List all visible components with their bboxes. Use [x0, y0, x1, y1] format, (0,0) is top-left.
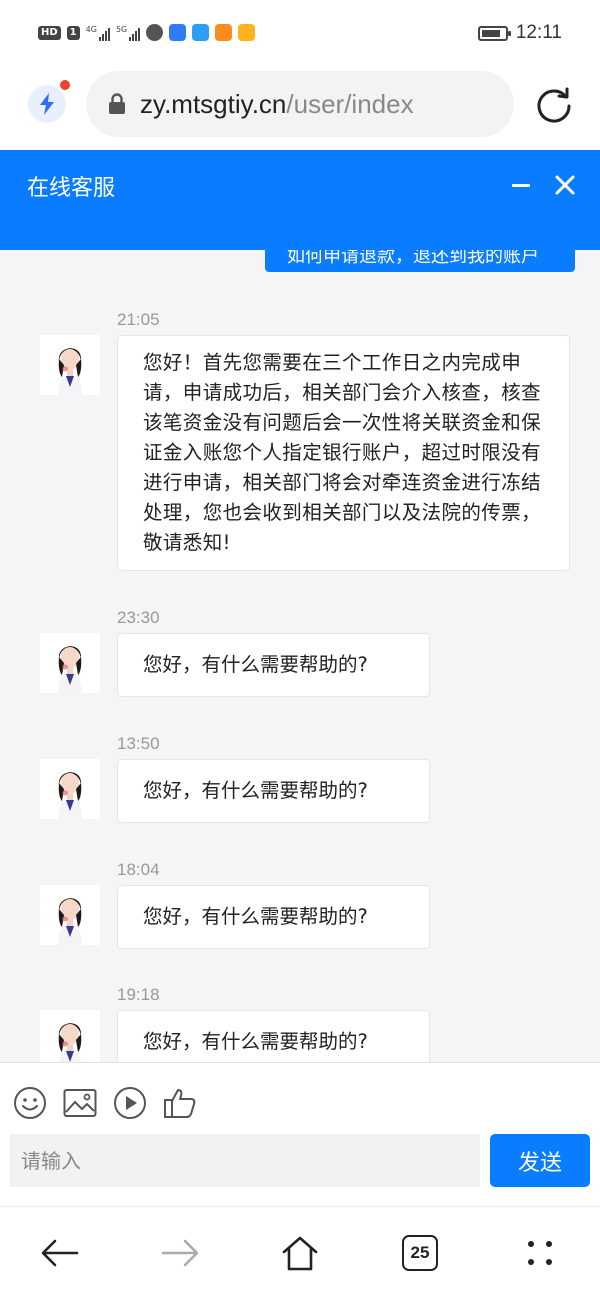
menu-icon — [528, 1241, 552, 1265]
address-bar[interactable]: zy.mtsgtiy.cn/user/index — [86, 71, 514, 137]
message-bubble: 您好，有什么需要帮助的? — [117, 1010, 430, 1062]
signal-4g-icon: 4G — [86, 25, 110, 41]
message-bubble: 您好，有什么需要帮助的? — [117, 633, 430, 697]
thumbs-up-button[interactable] — [162, 1085, 198, 1121]
home-button[interactable] — [278, 1231, 322, 1275]
chat-title: 在线客服 — [27, 176, 116, 201]
minimize-button[interactable] — [508, 176, 534, 196]
message-input[interactable] — [10, 1134, 480, 1187]
video-icon — [114, 1087, 146, 1119]
app-icon-3 — [192, 24, 210, 41]
back-icon — [41, 1239, 79, 1267]
thumbs-up-icon — [164, 1089, 196, 1118]
bolt-icon — [40, 93, 54, 115]
app-icon-5 — [238, 24, 256, 41]
reload-icon — [537, 87, 571, 123]
tabs-icon: 25 — [402, 1235, 438, 1271]
notification-dot — [60, 80, 70, 90]
menu-button[interactable] — [518, 1231, 562, 1275]
agent-avatar — [40, 759, 100, 819]
url-text: zy.mtsgtiy.cn/user/index — [140, 88, 414, 119]
agent-avatar — [40, 885, 100, 945]
close-icon — [555, 175, 575, 195]
chat-area[interactable]: 如何申请退款，退还到我的账户 21:05 您好！首先您需要在三个工作日之内完成申… — [0, 250, 600, 1062]
emoji-button[interactable] — [12, 1085, 48, 1121]
composer: 发送 — [0, 1062, 600, 1205]
message-bubble: 您好，有什么需要帮助的? — [117, 759, 430, 823]
forward-icon — [161, 1239, 199, 1267]
bolt-button[interactable] — [28, 85, 66, 123]
message-time: 13:50 — [117, 734, 160, 753]
message-time: 19:18 — [117, 985, 160, 1004]
status-time: 12:11 — [515, 22, 562, 43]
close-button[interactable] — [552, 172, 578, 198]
app-icon-2 — [169, 24, 187, 41]
message-time: 18:04 — [117, 860, 160, 879]
reload-button[interactable] — [532, 82, 576, 126]
home-icon — [282, 1236, 318, 1271]
hd-icon: HD — [38, 25, 61, 40]
image-icon — [63, 1089, 97, 1117]
message-time: 21:05 — [117, 310, 160, 329]
image-button[interactable] — [62, 1085, 98, 1121]
message-bubble: 您好！首先您需要在三个工作日之内完成申请，申请成功后，相关部门会介入核查，核查该… — [117, 335, 570, 571]
tabs-count: 25 — [410, 1243, 430, 1262]
browser-address-row: zy.mtsgtiy.cn/user/index — [0, 68, 600, 150]
back-button[interactable] — [38, 1231, 82, 1275]
browser-bottom-nav: 25 — [0, 1206, 600, 1300]
user-message-bubble: 如何申请退款，退还到我的账户 — [265, 250, 575, 272]
agent-avatar — [40, 633, 100, 693]
message-time: 23:30 — [117, 608, 160, 627]
send-button[interactable]: 发送 — [490, 1134, 590, 1187]
chat-header: 在线客服 — [0, 150, 600, 250]
app-icon-1 — [146, 24, 164, 41]
forward-button[interactable] — [158, 1231, 202, 1275]
lock-icon — [109, 93, 125, 114]
battery-icon — [477, 25, 511, 41]
tabs-button[interactable]: 25 — [398, 1231, 442, 1275]
signal-5g-icon: 5G — [116, 25, 141, 41]
app-icon-4 — [215, 24, 233, 41]
agent-avatar — [40, 1010, 100, 1062]
emoji-icon — [14, 1087, 46, 1119]
status-icons: HD 1 4G 5G — [38, 24, 256, 41]
sim-icon: 1 — [66, 25, 80, 40]
video-button[interactable] — [112, 1085, 148, 1121]
agent-avatar — [40, 335, 100, 395]
message-bubble: 您好，有什么需要帮助的? — [117, 885, 430, 949]
status-bar: HD 1 4G 5G 12:11 — [0, 0, 600, 68]
